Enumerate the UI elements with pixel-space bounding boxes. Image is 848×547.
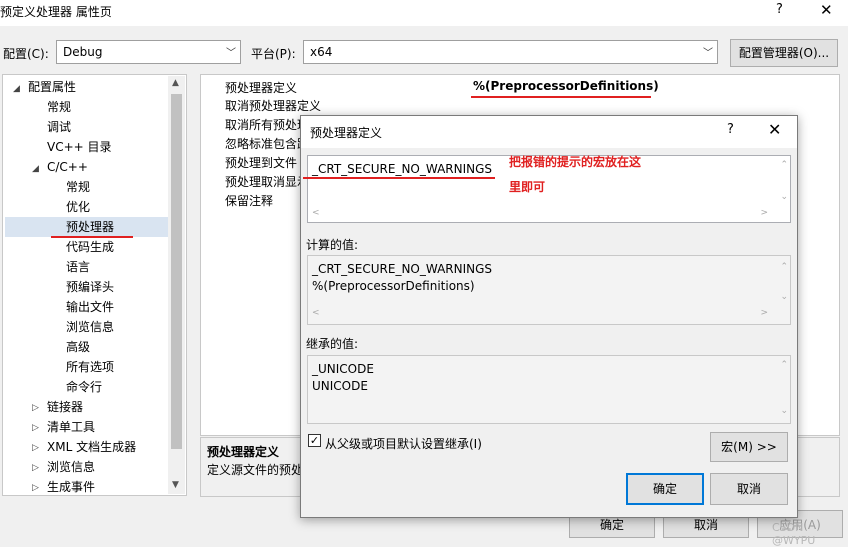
tree-item-vc-directories[interactable]: VC++ 目录 (47, 137, 112, 157)
close-icon[interactable]: ✕ (768, 120, 781, 139)
window-title: 预定义处理器 属性页 (0, 5, 112, 19)
scroll-down-icon[interactable]: ⌄ (780, 192, 788, 202)
tree-item-code-generation[interactable]: 代码生成 (66, 237, 114, 257)
tree-item-cpp[interactable]: C/C++ (47, 157, 88, 177)
grid-row-keep-comments[interactable]: 保留注释 (225, 193, 273, 209)
macros-button[interactable]: 宏(M) >> (710, 432, 788, 462)
help-icon[interactable]: ? (727, 122, 734, 137)
scroll-up-icon[interactable]: ⌃ (780, 262, 788, 272)
tree-item-manifest-tool[interactable]: 清单工具 (47, 417, 95, 437)
dialog-title: 预处理器定义 (310, 126, 383, 140)
annotation-text-line2: 里即可 (509, 180, 546, 194)
watermark: CSDN @WYPU (772, 521, 816, 547)
collapsed-icon[interactable]: ▷ (32, 483, 39, 493)
dialog-ok-button[interactable]: 确定 (626, 473, 704, 505)
dialog-cancel-button[interactable]: 取消 (710, 473, 788, 505)
scroll-up-icon[interactable]: ⌃ (780, 360, 788, 370)
annotation-text-line1: 把报错的提示的宏放在这 (509, 155, 642, 169)
tree-item-build-events[interactable]: 生成事件 (47, 477, 95, 495)
config-dropdown[interactable]: Debug ﹀ (56, 40, 241, 64)
scroll-left-icon[interactable]: < (312, 208, 788, 218)
tree-item-output-files[interactable]: 输出文件 (66, 297, 114, 317)
tree-scrollbar[interactable]: ▲ ▼ (168, 76, 185, 494)
tree-item-config-properties[interactable]: 配置属性 (28, 77, 76, 97)
scroll-right-icon[interactable]: > (760, 208, 768, 218)
tree-item-optimization[interactable]: 优化 (66, 197, 90, 217)
scrollbar-thumb[interactable] (171, 94, 182, 449)
scroll-down-icon[interactable]: ⌄ (780, 406, 788, 416)
tree-item-all-options[interactable]: 所有选项 (66, 357, 114, 377)
checkmark-icon: ✓ (309, 434, 320, 447)
window-title-bar: 预定义处理器 属性页 ? ✕ (0, 0, 848, 26)
description-heading: 预处理器定义 (207, 445, 280, 459)
grid-value-preprocessor-definitions[interactable]: %(PreprocessorDefinitions) (473, 79, 659, 93)
tree-item-debugging[interactable]: 调试 (47, 117, 71, 137)
tree-item-general[interactable]: 常规 (47, 97, 71, 117)
evaluated-label: 计算的值: (306, 238, 359, 252)
config-manager-button[interactable]: 配置管理器(O)... (730, 39, 838, 67)
tree-item-browse-info[interactable]: 浏览信息 (66, 317, 114, 337)
collapsed-icon[interactable]: ▷ (32, 443, 39, 453)
collapsed-icon[interactable]: ▷ (32, 423, 39, 433)
scroll-down-icon[interactable]: ▼ (172, 480, 179, 490)
inherit-checkbox[interactable]: ✓ (308, 434, 321, 447)
platform-label: 平台(P): (251, 47, 296, 61)
inherited-label: 继承的值: (306, 337, 359, 351)
help-icon[interactable]: ? (776, 2, 783, 17)
expanded-icon[interactable]: ◢ (32, 164, 39, 174)
grid-row-preprocess-to-file[interactable]: 预处理到文件 (225, 155, 297, 171)
inherited-value: _UNICODE UNICODE (312, 362, 374, 393)
config-value: Debug (63, 45, 103, 59)
close-icon[interactable]: ✕ (820, 1, 833, 19)
preprocessor-dialog: 预处理器定义 ? ✕ _CRT_SECURE_NO_WARNINGS ⌃ ⌄ <… (300, 115, 798, 518)
tree-item-linker[interactable]: 链接器 (47, 397, 83, 417)
tree-item-command-line[interactable]: 命令行 (66, 377, 102, 397)
chevron-down-icon: ﹀ (703, 48, 713, 59)
platform-dropdown[interactable]: x64 ﹀ (303, 40, 718, 64)
tree-item-advanced[interactable]: 高级 (66, 337, 90, 357)
tree-item-xml-doc-generator[interactable]: XML 文档生成器 (47, 437, 136, 457)
annotation-underline-grid (471, 96, 651, 98)
scroll-right-icon[interactable]: > (760, 308, 768, 318)
collapsed-icon[interactable]: ▷ (32, 403, 39, 413)
scroll-down-icon[interactable]: ⌄ (780, 292, 788, 302)
definitions-input-value[interactable]: _CRT_SECURE_NO_WARNINGS (312, 161, 492, 178)
tree-item-browse-information[interactable]: 浏览信息 (47, 457, 95, 477)
expanded-icon[interactable]: ◢ (13, 84, 20, 94)
inherited-value-box: _UNICODE UNICODE ⌃ ⌄ (307, 355, 791, 424)
grid-row-suppress-line-numbers[interactable]: 预处理取消显示 (225, 174, 309, 190)
annotation-underline-input (303, 177, 495, 179)
scroll-left-icon[interactable]: < (312, 308, 788, 318)
grid-row-undefine-all[interactable]: 取消所有预处理 (225, 117, 309, 133)
scroll-up-icon[interactable]: ▲ (172, 78, 179, 88)
grid-row-undefine[interactable]: 取消预处理器定义 (225, 98, 321, 114)
description-body: 定义源文件的预处 (207, 463, 304, 477)
evaluated-value: _CRT_SECURE_NO_WARNINGS %(PreprocessorDe… (312, 262, 493, 293)
tree-item-cpp-general[interactable]: 常规 (66, 177, 90, 197)
grid-row-preprocessor-definitions[interactable]: 预处理器定义 (225, 80, 297, 96)
chevron-down-icon: ﹀ (226, 48, 236, 59)
config-label: 配置(C): (3, 47, 49, 61)
evaluated-value-box: _CRT_SECURE_NO_WARNINGS %(PreprocessorDe… (307, 255, 791, 325)
grid-row-ignore-std-include[interactable]: 忽略标准包含路 (225, 136, 309, 152)
inherit-checkbox-label[interactable]: 从父级或项目默认设置继承(I) (325, 435, 482, 452)
dialog-title-bar: 预处理器定义 ? ✕ (301, 116, 797, 148)
scroll-up-icon[interactable]: ⌃ (780, 160, 788, 170)
property-tree: ◢ 配置属性 常规 调试 VC++ 目录 ◢ C/C++ 常规 优化 预处理器 … (2, 74, 187, 496)
tree-item-preprocessor[interactable]: 预处理器 (66, 217, 114, 237)
collapsed-icon[interactable]: ▷ (32, 463, 39, 473)
tree-item-language[interactable]: 语言 (66, 257, 90, 277)
platform-value: x64 (310, 45, 333, 59)
tree-item-precompiled-headers[interactable]: 预编译头 (66, 277, 114, 297)
